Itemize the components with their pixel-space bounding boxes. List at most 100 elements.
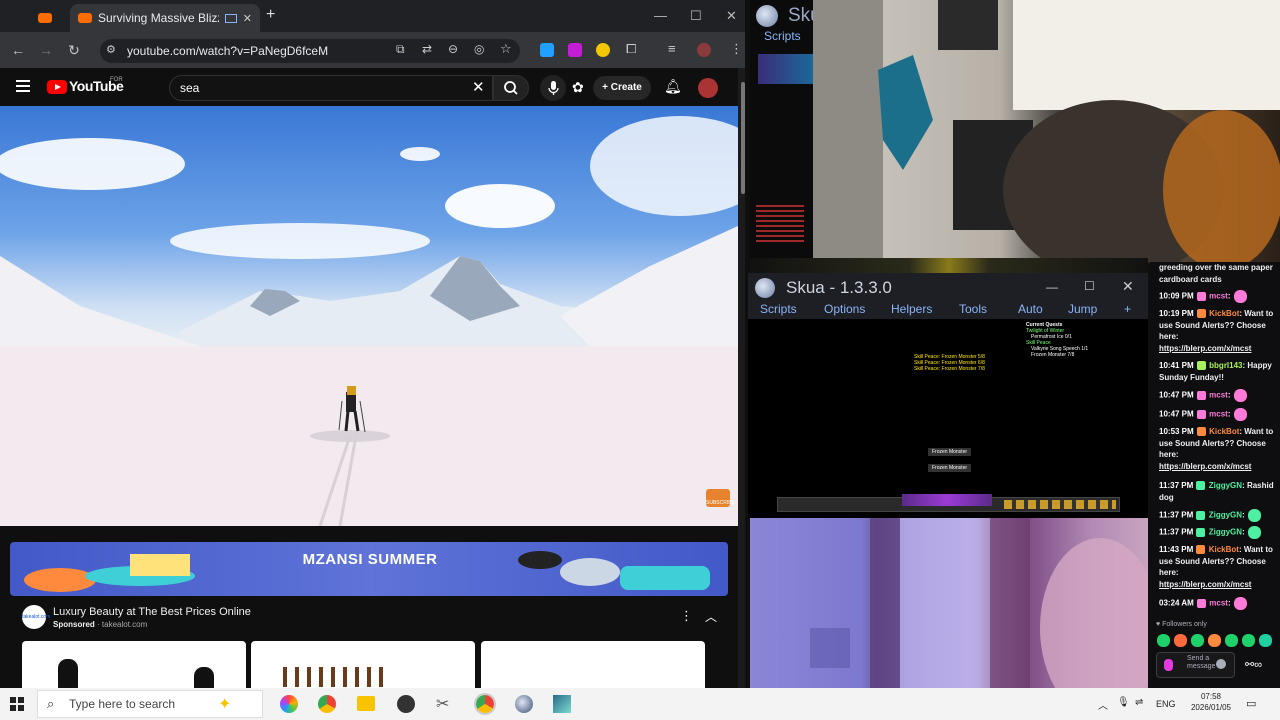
emote-icon[interactable] xyxy=(1225,634,1238,647)
ad-banner[interactable]: MZANSI SUMMER xyxy=(10,542,728,596)
reload-icon[interactable]: ↻ xyxy=(60,42,88,59)
translate-icon[interactable]: ⇄ xyxy=(422,42,432,56)
skua-menu-add[interactable]: + xyxy=(1124,302,1131,316)
skua-menu-tools[interactable]: Tools xyxy=(959,302,987,316)
chat-username[interactable]: mcst xyxy=(1209,599,1228,608)
extension-3-icon[interactable] xyxy=(596,43,610,57)
tab-youtube-inactive[interactable] xyxy=(30,4,68,32)
hamburger-menu-icon[interactable] xyxy=(16,80,30,92)
windows-start-icon[interactable] xyxy=(10,697,24,711)
scrollbar-thumb[interactable] xyxy=(741,82,745,194)
extension-1-icon[interactable] xyxy=(540,43,554,57)
tray-language[interactable]: ENG xyxy=(1156,699,1176,709)
user-badge-icon xyxy=(1196,511,1206,520)
monster-nameplate[interactable]: Frozen Monster xyxy=(928,448,972,456)
skua-maximize-icon[interactable]: ☐ xyxy=(1084,279,1095,293)
chat-username[interactable]: KickBot xyxy=(1209,545,1239,554)
minimize-icon[interactable]: — xyxy=(654,8,667,23)
ad-title[interactable]: Luxury Beauty at The Best Prices Online xyxy=(53,606,251,618)
skua-minimize-icon[interactable]: — xyxy=(1046,280,1058,294)
skua-taskbar-icon[interactable] xyxy=(515,695,533,713)
skua-back-scripts-menu[interactable]: Scripts xyxy=(764,29,801,43)
voice-search-button[interactable] xyxy=(540,75,566,101)
emote-icon[interactable] xyxy=(1208,634,1221,647)
chrome-active-icon[interactable] xyxy=(474,693,496,715)
hotbar-icons[interactable] xyxy=(1004,500,1116,509)
chat-settings-icon[interactable]: ⚯∞ xyxy=(1245,658,1262,671)
extension-paw-icon[interactable]: ✿ xyxy=(572,79,584,96)
emote-icon[interactable] xyxy=(1157,634,1170,647)
install-icon[interactable]: ⧉ xyxy=(396,42,405,57)
profile-avatar-icon[interactable] xyxy=(697,43,711,57)
account-avatar[interactable] xyxy=(698,78,718,98)
game-action-bar[interactable] xyxy=(777,494,1120,512)
new-tab-button[interactable]: + xyxy=(266,6,275,24)
notifications-bell-icon[interactable]: 🔔︎ xyxy=(664,78,682,95)
browser-menu-icon[interactable]: ⋮ xyxy=(730,41,743,57)
skill-icons[interactable] xyxy=(902,494,992,506)
chat-username[interactable]: KickBot xyxy=(1209,309,1239,318)
notification-center-icon[interactable]: ▭ xyxy=(1246,697,1256,710)
site-info-icon[interactable]: ⚙ xyxy=(106,43,116,56)
monster-nameplate[interactable]: Frozen Monster xyxy=(928,464,972,472)
chat-link[interactable]: https://blerp.com/x/mcst xyxy=(1159,462,1251,471)
maximize-icon[interactable]: ☐ xyxy=(690,8,702,24)
youtube-logo-country: FOR xyxy=(110,77,123,83)
close-tab-icon[interactable]: ✕ xyxy=(243,12,252,25)
chat-username[interactable]: KickBot xyxy=(1209,427,1239,436)
emoji-picker-icon[interactable] xyxy=(1216,659,1226,669)
create-button[interactable]: + Create xyxy=(593,76,651,100)
chat-username[interactable]: ZiggyGN xyxy=(1209,528,1242,537)
close-window-icon[interactable]: ✕ xyxy=(726,8,737,24)
youtube-search-input[interactable]: sea xyxy=(169,75,493,101)
emote-icon[interactable] xyxy=(1174,634,1187,647)
game-taskbar-icon[interactable] xyxy=(553,695,571,713)
emote-icon[interactable] xyxy=(1259,634,1272,647)
extension-2-icon[interactable] xyxy=(568,43,582,57)
skua-menu-helpers[interactable]: Helpers xyxy=(891,302,932,316)
skua-menu-jump[interactable]: Jump xyxy=(1068,302,1097,316)
bookmark-star-icon[interactable]: ☆ xyxy=(500,41,512,57)
chat-username[interactable]: mcst xyxy=(1209,410,1228,419)
subscribe-watermark[interactable]: SUBSCRIBE xyxy=(706,489,735,507)
skua-menu-options[interactable]: Options xyxy=(824,302,865,316)
tray-overflow-icon[interactable]: ︿ xyxy=(1098,697,1108,712)
forward-icon[interactable]: → xyxy=(32,42,60,58)
photos-app-icon[interactable] xyxy=(280,695,298,713)
collapse-chevron-icon[interactable]: ︿ xyxy=(705,608,717,625)
chat-link[interactable]: https://blerp.com/x/mcst xyxy=(1159,344,1251,353)
copilot-sparkle-icon[interactable]: ✦ xyxy=(218,694,231,714)
chat-link[interactable]: https://blerp.com/x/mcst xyxy=(1159,580,1251,589)
skua-menu-scripts[interactable]: Scripts xyxy=(760,302,797,316)
chat-username[interactable]: bbgrl143 xyxy=(1209,361,1242,370)
zoom-icon[interactable]: ⊖ xyxy=(448,42,458,56)
youtube-logo-icon[interactable] xyxy=(47,80,67,94)
webcam-scene xyxy=(813,0,1280,263)
extensions-puzzle-icon[interactable]: ⧠ xyxy=(626,41,636,57)
chrome-icon[interactable] xyxy=(318,695,336,713)
eye-off-icon[interactable]: ◎ xyxy=(474,42,484,56)
ad-more-options-icon[interactable]: ⋮ xyxy=(680,608,693,624)
snipping-tool-icon[interactable]: ✂ xyxy=(436,694,449,714)
advertiser-logo[interactable]: takealot.com xyxy=(22,605,50,629)
obs-icon[interactable] xyxy=(397,695,415,713)
skua-close-icon[interactable]: ✕ xyxy=(1122,278,1134,295)
chat-username[interactable]: ZiggyGN xyxy=(1209,481,1242,490)
video-player[interactable] xyxy=(0,106,738,526)
search-button[interactable] xyxy=(493,75,529,101)
emote-icon[interactable] xyxy=(1242,634,1255,647)
tray-microphone-icon[interactable]: 🎙︎ xyxy=(1117,697,1130,708)
skua-menu-auto[interactable]: Auto xyxy=(1018,302,1043,316)
media-control-icon[interactable]: ≡ xyxy=(668,41,676,56)
file-explorer-icon[interactable] xyxy=(357,696,375,711)
back-icon[interactable]: ← xyxy=(4,42,32,58)
taskbar-clock[interactable]: 07:58 2026/01/05 xyxy=(1186,691,1236,713)
tray-network-icon[interactable]: ⇌ xyxy=(1135,697,1143,708)
chat-username[interactable]: mcst xyxy=(1209,292,1228,301)
chat-username[interactable]: ZiggyGN xyxy=(1209,511,1242,520)
emote-icon[interactable] xyxy=(1191,634,1204,647)
tab-active[interactable]: Surviving Massive Blizzard ✕ xyxy=(70,4,260,32)
clock-date: 2026/01/05 xyxy=(1190,703,1232,712)
clear-search-icon[interactable]: ✕ xyxy=(472,78,485,96)
chat-username[interactable]: mcst xyxy=(1209,391,1228,400)
